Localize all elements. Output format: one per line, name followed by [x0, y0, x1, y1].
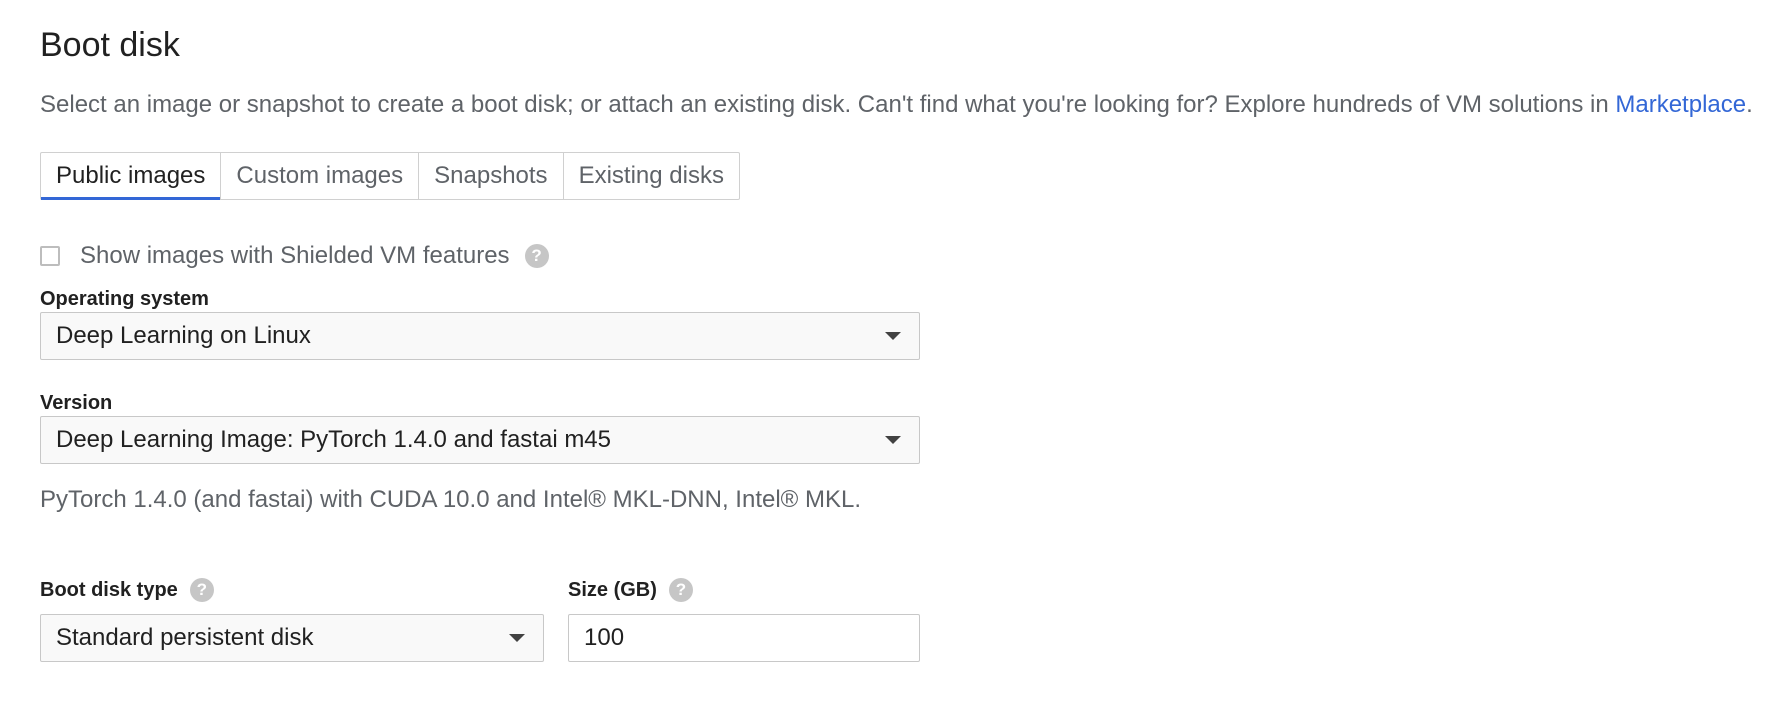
description-text: Select an image or snapshot to create a …: [40, 91, 1616, 118]
size-input[interactable]: [568, 614, 920, 662]
operating-system-label: Operating system: [40, 288, 209, 311]
version-label: Version: [40, 392, 112, 415]
tab-snapshots[interactable]: Snapshots: [419, 153, 564, 199]
boot-disk-type-value: Standard persistent disk: [56, 624, 314, 651]
boot-disk-type-label: Boot disk type ?: [40, 578, 214, 602]
dropdown-arrow-icon: [509, 634, 525, 642]
shielded-vm-checkbox[interactable]: [40, 246, 60, 266]
boot-disk-type-label-text: Boot disk type: [40, 578, 178, 601]
operating-system-label-text: Operating system: [40, 288, 209, 310]
marketplace-link[interactable]: Marketplace: [1615, 91, 1746, 118]
dropdown-arrow-icon: [885, 436, 901, 444]
tab-custom-images[interactable]: Custom images: [221, 153, 420, 199]
shielded-vm-label[interactable]: Show images with Shielded VM features: [80, 242, 510, 270]
description-end: .: [1746, 91, 1753, 118]
question-circle-icon[interactable]: ?: [189, 578, 214, 602]
section-title: Boot disk: [40, 26, 180, 64]
boot-disk-type-select[interactable]: Standard persistent disk: [40, 614, 544, 662]
size-label-text: Size (GB): [568, 578, 657, 601]
image-source-tabs: Public images Custom images Snapshots Ex…: [40, 152, 740, 200]
question-circle-icon[interactable]: ?: [668, 578, 693, 602]
tab-public-images[interactable]: Public images: [41, 153, 222, 200]
operating-system-select[interactable]: Deep Learning on Linux: [40, 312, 920, 360]
tab-existing-disks[interactable]: Existing disks: [564, 153, 739, 199]
version-select[interactable]: Deep Learning Image: PyTorch 1.4.0 and f…: [40, 416, 920, 464]
version-label-text: Version: [40, 392, 113, 414]
operating-system-value: Deep Learning on Linux: [56, 322, 311, 349]
version-value: Deep Learning Image: PyTorch 1.4.0 and f…: [56, 426, 611, 453]
size-label: Size (GB) ?: [568, 578, 693, 602]
question-circle-icon[interactable]: ?: [524, 244, 549, 268]
dropdown-arrow-icon: [885, 332, 901, 340]
section-description: Select an image or snapshot to create a …: [40, 91, 1753, 119]
shielded-vm-row: Show images with Shielded VM features ?: [40, 242, 549, 270]
version-description: PyTorch 1.4.0 (and fastai) with CUDA 10.…: [40, 486, 862, 513]
